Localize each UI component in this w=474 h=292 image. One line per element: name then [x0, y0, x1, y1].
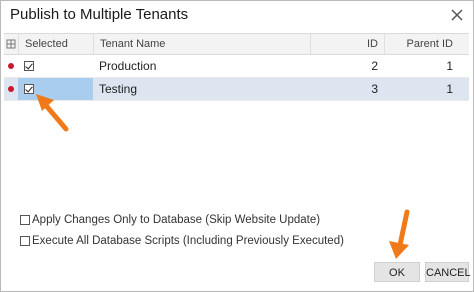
row-status-dot	[8, 63, 14, 69]
apply-db-only-label: Apply Changes Only to Database (Skip Web…	[32, 214, 321, 226]
column-header-parent-id[interactable]: Parent ID	[384, 34, 459, 54]
tenant-id-cell: 2	[371, 59, 378, 73]
parent-id-cell: 1	[446, 59, 453, 73]
annotation-arrow-checkbox	[36, 94, 69, 132]
column-header-id[interactable]: ID	[310, 34, 384, 54]
apply-db-only-checkbox[interactable]	[20, 215, 30, 225]
parent-id-cell: 1	[446, 82, 453, 96]
cancel-button[interactable]: CANCEL	[425, 262, 471, 282]
table-row[interactable]: Testing 3 1	[4, 78, 469, 101]
tenant-name-cell: Testing	[99, 82, 138, 96]
ok-button[interactable]: OK	[374, 262, 420, 282]
execute-all-scripts-checkbox[interactable]	[20, 236, 30, 246]
close-icon[interactable]	[448, 6, 466, 24]
tenants-grid: Selected Tenant Name ID Parent ID Produc…	[4, 33, 469, 101]
dialog-title: Publish to Multiple Tenants	[10, 6, 189, 23]
annotation-arrow-ok	[389, 209, 410, 259]
grid-header: Selected Tenant Name ID Parent ID	[4, 33, 469, 55]
row-settings-icon[interactable]	[4, 34, 18, 54]
row-selected-checkbox[interactable]	[24, 61, 34, 71]
tenant-name-cell: Production	[99, 59, 157, 73]
table-row[interactable]: Production 2 1	[4, 55, 469, 78]
dialog-titlebar: Publish to Multiple Tenants	[1, 1, 473, 30]
execute-all-scripts-label: Execute All Database Scripts (Including …	[32, 235, 344, 247]
column-header-tenant-name[interactable]: Tenant Name	[93, 34, 310, 54]
row-status-dot	[8, 86, 14, 92]
tenant-id-cell: 3	[371, 82, 378, 96]
column-header-selected[interactable]: Selected	[18, 34, 93, 54]
publish-dialog: Publish to Multiple Tenants Selected Ten…	[0, 0, 474, 292]
